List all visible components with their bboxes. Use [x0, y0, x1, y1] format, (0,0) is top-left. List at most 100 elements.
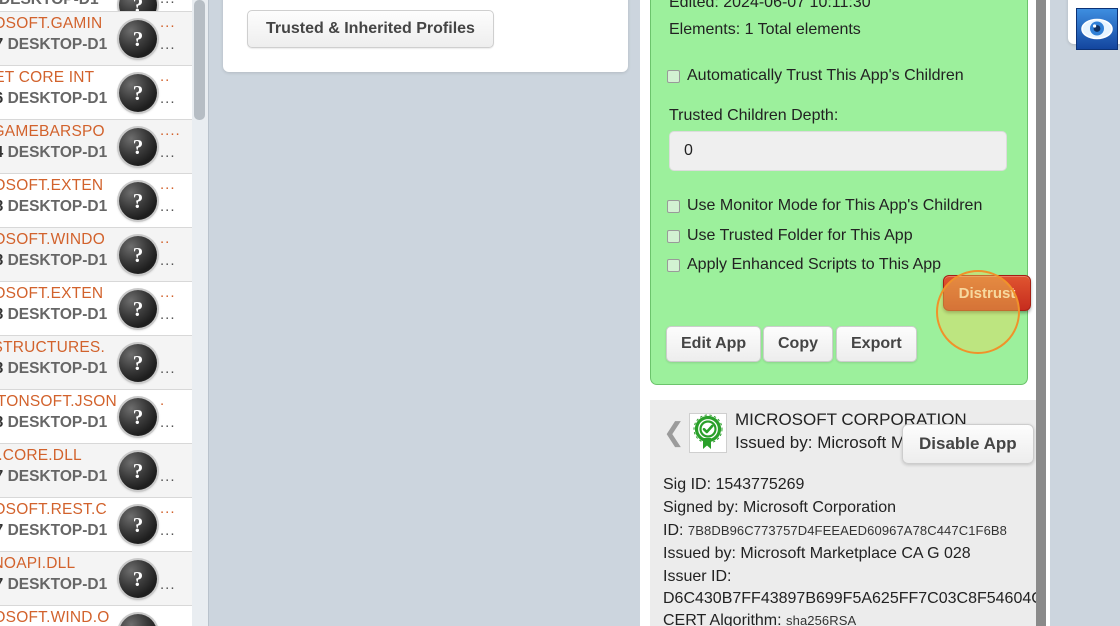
app-row-name: ROSOFT.EXTEN: [0, 285, 104, 302]
unknown-status-icon: ?: [119, 74, 157, 112]
copy-button[interactable]: Copy: [763, 326, 833, 362]
list-item[interactable]: ASTRUCTURES. 18 DESKTOP-D1 ? ...: [0, 336, 192, 390]
app-row-name: ROSOFT.WINDO: [0, 231, 105, 248]
app-row-name: ROSOFT.WIND.O: [0, 609, 110, 626]
export-button[interactable]: Export: [836, 326, 917, 362]
app-list-pane[interactable]: 6 DESKTOP-D1 ? ... ROSOFT.GAMIN 17 DESKT…: [0, 0, 193, 626]
app-window: 6 DESKTOP-D1 ? ... ROSOFT.GAMIN 17 DESKT…: [0, 0, 1120, 626]
eye-card: [1068, 0, 1120, 50]
app-row-name: GET CORE INT: [0, 69, 95, 86]
list-item[interactable]: ROSOFT.REST.C 17 DESKTOP-D1 ? ... ...: [0, 498, 192, 552]
row-ellipsis: ...: [160, 576, 176, 593]
app-row-host: 17 DESKTOP-D1: [0, 468, 108, 485]
unknown-status-icon: ?: [119, 344, 157, 382]
chevron-left-icon[interactable]: ❮: [663, 420, 685, 446]
app-row-host: 18 DESKTOP-D1: [0, 360, 108, 377]
row-ellipsis: ...: [160, 36, 176, 53]
unknown-status-icon: ?: [119, 182, 157, 220]
app-row-host: 18 DESKTOP-D1: [0, 252, 108, 269]
right-sidebar: [1050, 0, 1120, 626]
certificate-algorithm: CERT Algorithm: sha256RSA: [663, 612, 857, 626]
list-item[interactable]: XGAMEBARSPO 14 DESKTOP-D1 ? .... ...: [0, 120, 192, 174]
edited-timestamp: Edited: 2024-06-07 10:11:30: [669, 0, 871, 11]
row-ellipsis: ...: [160, 198, 176, 215]
trusted-folder-label: Use Trusted Folder for This App: [687, 227, 913, 244]
unknown-status-icon: ?: [119, 128, 157, 166]
app-row-name: ASTRUCTURES.: [0, 339, 105, 356]
app-row-host: 18 DESKTOP-D1: [0, 306, 108, 323]
list-item[interactable]: LY.CORE.DLL 17 DESKTOP-D1 ? ...: [0, 444, 192, 498]
trusted-app-panel: Edited: 2024-06-07 10:11:30 Elements: 1 …: [650, 0, 1031, 385]
unknown-status-icon: ?: [119, 452, 157, 490]
row-ellipsis: ...: [160, 14, 176, 31]
unknown-status-icon: ?: [119, 290, 157, 328]
unknown-status-icon: ?: [119, 398, 157, 436]
row-ellipsis: ..: [160, 68, 171, 85]
certificate-id: ID: 7B8DB96C773757D4FEEAED60967A78C447C1…: [663, 522, 1008, 539]
auto-trust-children-label: Automatically Trust This App's Children: [687, 67, 964, 84]
enhanced-scripts-checkbox[interactable]: [667, 258, 680, 272]
row-ellipsis: ...: [160, 0, 176, 7]
app-row-host: 17 DESKTOP-D1: [0, 36, 108, 53]
app-detail-pane: Edited: 2024-06-07 10:11:30 Elements: 1 …: [640, 0, 1036, 626]
trusted-children-depth-label: Trusted Children Depth:: [669, 107, 839, 124]
unknown-status-icon: ?: [119, 560, 157, 598]
list-item[interactable]: ROSOFT.EXTEN 18 DESKTOP-D1 ? ... ...: [0, 174, 192, 228]
monitor-mode-label: Use Monitor Mode for This App's Children: [687, 197, 983, 214]
app-row-host: 18 DESKTOP-D1: [0, 198, 108, 215]
app-row-name: WTONSOFT.JSON: [0, 393, 117, 410]
list-item[interactable]: 6 DESKTOP-D1 ? ...: [0, 0, 192, 12]
list-item[interactable]: ROSOFT.EXTEN 18 DESKTOP-D1 ? ... ...: [0, 282, 192, 336]
row-ellipsis: ...: [160, 468, 176, 485]
row-ellipsis: ...: [160, 176, 176, 193]
list-item[interactable]: ROSOFT.WINDO 18 DESKTOP-D1 ? .. ...: [0, 228, 192, 282]
unknown-status-icon: ?: [119, 614, 157, 626]
row-ellipsis: ...: [160, 90, 176, 107]
row-ellipsis: ....: [160, 122, 181, 139]
row-ellipsis: ...: [160, 360, 176, 377]
list-item[interactable]: WTONSOFT.JSON 18 DESKTOP-D1 ? . ...: [0, 390, 192, 444]
app-row-name: ANOAPI.DLL: [0, 555, 76, 572]
certificate-id-value: 7B8DB96C773757D4FEEAED60967A78C447C1F6B8: [687, 523, 1008, 538]
list-item[interactable]: ANOAPI.DLL 17 DESKTOP-D1 ? ...: [0, 552, 192, 606]
auto-trust-children-row[interactable]: Automatically Trust This App's Children: [667, 67, 964, 85]
unknown-status-icon: ?: [119, 20, 157, 58]
trusted-inherited-profiles-button[interactable]: Trusted & Inherited Profiles: [247, 10, 494, 48]
certificate-ribbon-icon: [689, 413, 727, 453]
certificate-issuer-id-label: Issuer ID:: [663, 568, 732, 585]
row-ellipsis: ...: [160, 500, 176, 517]
trusted-children-depth-input[interactable]: [669, 131, 1007, 171]
certificate-sig-id: Sig ID: 1543775269: [663, 476, 805, 493]
row-ellipsis: .: [160, 392, 166, 409]
row-ellipsis: ...: [160, 284, 176, 301]
monitor-mode-row[interactable]: Use Monitor Mode for This App's Children: [667, 197, 982, 215]
row-ellipsis: ..: [160, 230, 171, 247]
list-item[interactable]: GET CORE INT 16 DESKTOP-D1 ? .. ...: [0, 66, 192, 120]
monitor-mode-checkbox[interactable]: [667, 199, 680, 213]
app-row-host: 14 DESKTOP-D1: [0, 144, 108, 161]
app-list-scrollbar[interactable]: [192, 0, 209, 626]
list-item[interactable]: ROSOFT.GAMIN 17 DESKTOP-D1 ? ... ...: [0, 12, 192, 66]
trusted-folder-checkbox[interactable]: [667, 229, 680, 243]
list-item[interactable]: ROSOFT.WIND.O ?: [0, 606, 192, 626]
certificate-issued-by: Issued by: Microsoft Marketplace CA G 02…: [663, 545, 971, 562]
scrollbar-thumb[interactable]: [194, 0, 205, 120]
auto-trust-children-checkbox[interactable]: [667, 69, 680, 83]
app-row-host: 6 DESKTOP-D1: [0, 0, 99, 9]
enhanced-scripts-row[interactable]: Apply Enhanced Scripts to This App: [667, 256, 941, 274]
disable-app-button[interactable]: Disable App: [902, 424, 1034, 464]
trusted-folder-row[interactable]: Use Trusted Folder for This App: [667, 227, 913, 245]
app-row-host: 17 DESKTOP-D1: [0, 522, 108, 539]
row-ellipsis: ...: [160, 144, 176, 161]
detail-pane-scrollbar[interactable]: [1036, 0, 1046, 626]
app-row-name: ROSOFT.GAMIN: [0, 15, 103, 32]
profiles-card: Trusted & Inherited Profiles: [223, 0, 628, 72]
distrust-button[interactable]: Distrust: [943, 275, 1031, 311]
row-ellipsis: ...: [160, 252, 176, 269]
edit-app-button[interactable]: Edit App: [666, 326, 762, 362]
eye-icon[interactable]: [1076, 8, 1118, 50]
app-row-host: 16 DESKTOP-D1: [0, 90, 108, 107]
app-row-host: 18 DESKTOP-D1: [0, 414, 108, 431]
unknown-status-icon: ?: [119, 236, 157, 274]
enhanced-scripts-label: Apply Enhanced Scripts to This App: [687, 256, 942, 273]
